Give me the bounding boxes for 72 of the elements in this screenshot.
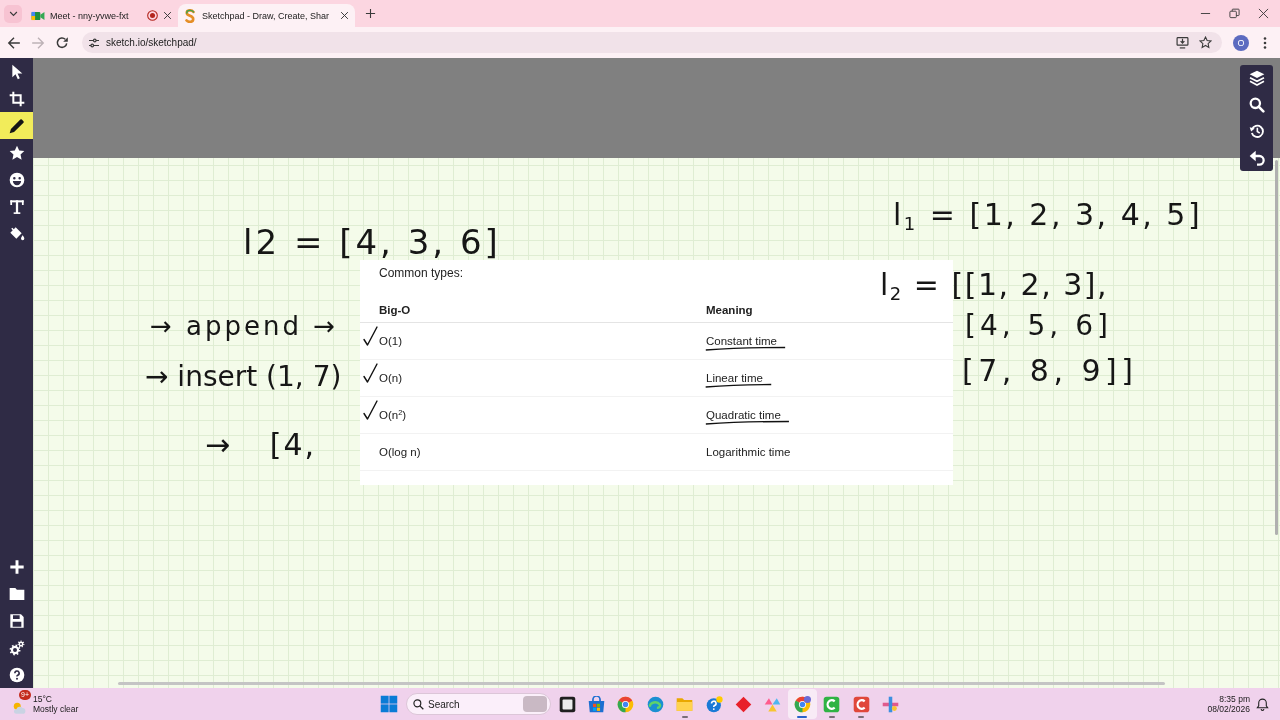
table-cell: Linear time (706, 372, 763, 384)
layers-icon (1248, 70, 1265, 87)
close-icon[interactable] (340, 11, 350, 20)
close-icon[interactable] (1258, 8, 1269, 19)
tool-button[interactable] (0, 112, 33, 139)
site-settings-icon[interactable] (88, 36, 100, 49)
handwritten-note: → append → (150, 312, 339, 341)
c-app-icon (823, 695, 841, 713)
table-cell: O(log n) (379, 446, 421, 458)
search-icon (1248, 96, 1265, 113)
handwritten-note: l2 = [4, 3, 6] (243, 225, 501, 259)
back-arrow-icon[interactable] (7, 35, 21, 50)
help-icon (8, 666, 25, 683)
weather-condition-label: Mostly clear (33, 704, 79, 714)
horizontal-scrollbar[interactable] (118, 682, 1165, 685)
shopping-bag-icon (588, 695, 606, 713)
close-icon[interactable] (163, 11, 172, 20)
question-icon (705, 695, 723, 713)
task-view-icon (558, 695, 576, 713)
folder-icon (676, 695, 694, 713)
temperature-label: 15°C (33, 694, 53, 704)
chevron-down-icon (8, 9, 18, 18)
crop-icon (8, 90, 25, 107)
letter-t-icon (8, 198, 25, 215)
table-cell: Logarithmic time (706, 446, 791, 458)
table-cell: O(n) (379, 372, 402, 384)
clock-time[interactable]: 8:35 pm (1219, 694, 1250, 704)
undo-icon (1248, 149, 1265, 166)
folder-icon (8, 585, 25, 602)
handwritten-note: [4, 5, 6] (965, 311, 1112, 342)
table-header-cell: Big-O (379, 304, 411, 316)
s-curve-logo-icon (183, 8, 197, 23)
table-cell: O(1) (379, 335, 402, 347)
table-header-cell: Meaning (706, 304, 753, 316)
table-cell: O(n$^{2}$) (379, 409, 407, 421)
notification-bell-icon[interactable] (1256, 697, 1269, 711)
clock-date[interactable]: 08/02/2026 (1207, 704, 1250, 714)
handwritten-note: → [4, (205, 428, 316, 461)
pencil-icon (8, 117, 25, 134)
paint-bucket-icon (8, 225, 25, 242)
plus-icon[interactable] (365, 8, 377, 19)
gears-icon (8, 639, 25, 656)
table-caption: Common types: (379, 265, 464, 281)
handwritten-note: l$_{2}$ = [[1, 2, 3], (880, 268, 1109, 301)
star-icon (8, 144, 25, 161)
star-icon[interactable] (1199, 36, 1212, 49)
reload-icon[interactable] (55, 35, 69, 50)
profile-button[interactable]: O (1233, 34, 1249, 51)
handwritten-note: → insert (1, 7) (145, 362, 342, 393)
drawing-canvas[interactable] (33, 58, 1280, 688)
plus-icon (8, 558, 25, 575)
install-icon[interactable] (1176, 36, 1189, 49)
table-cell: Constant time (706, 335, 777, 347)
tab-list-button[interactable] (4, 4, 22, 23)
diamond-icon (735, 695, 753, 713)
handwritten-note: [7, 8, 9]] (962, 354, 1138, 387)
browser-icon (793, 695, 811, 713)
browser-tab[interactable]: Sketchpad - Draw, Create, Shar (178, 4, 356, 27)
vertical-scrollbar[interactable] (1275, 160, 1278, 535)
browser-icon (617, 695, 635, 713)
search-icon (413, 698, 424, 710)
c-app-icon (852, 695, 870, 713)
swirl-browser-icon (646, 695, 664, 713)
snip-tool-icon (882, 695, 899, 713)
restore-icon[interactable] (1229, 8, 1240, 19)
history-icon (1248, 123, 1265, 140)
address-bar[interactable]: sketch.io/sketchpad/ (82, 32, 1222, 53)
handwritten-note: l$_{1}$ = [1, 2, 3, 4, 5] (893, 198, 1203, 231)
start-icon[interactable] (380, 695, 398, 713)
table-cell: Quadratic time (706, 409, 781, 421)
smiley-icon (8, 171, 25, 188)
browser-tab[interactable]: Meet - nny-yvwe-fxt (26, 4, 178, 27)
